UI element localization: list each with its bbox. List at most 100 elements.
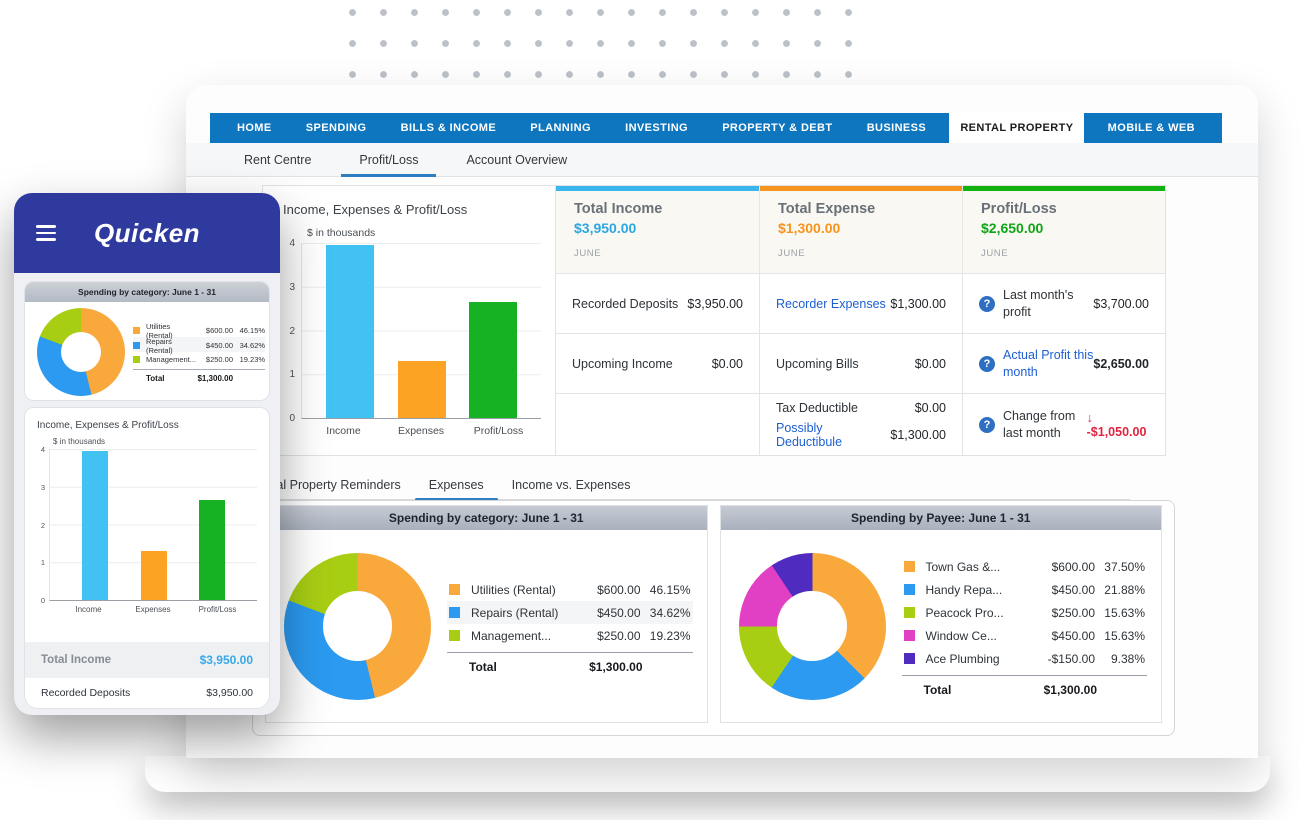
row-label: Change from last month [1003, 408, 1087, 441]
menu-icon[interactable] [36, 225, 56, 241]
spending-by-category-panel: Spending by category: June 1 - 31 Utilit… [265, 505, 708, 723]
empty-cell [556, 393, 759, 455]
spending-by-payee-panel: Spending by Payee: June 1 - 31 Town Gas … [720, 505, 1163, 723]
card-value: $2,650.00 [981, 220, 1147, 236]
chart-y-ticks: 43210 [37, 445, 49, 605]
y-tick-label: 0 [289, 413, 295, 424]
nav-tab[interactable]: BILLS & INCOME [390, 113, 507, 143]
legend-percent: 9.38% [1095, 652, 1145, 666]
last-month-profit-row: ? Last month's profit $3,700.00 [962, 273, 1165, 333]
row-label: Tax Deductible [776, 401, 858, 415]
row-label: Recorded Deposits [41, 687, 130, 699]
legend-label: Repairs (Rental) [471, 606, 579, 620]
help-icon[interactable]: ? [979, 417, 995, 433]
legend-percent: 46.15% [233, 326, 265, 335]
legend-percent: 21.88% [1095, 583, 1145, 597]
sub-tab[interactable]: Profit/Loss [359, 143, 418, 176]
legend-percent: 19.23% [233, 355, 265, 364]
card-title: Profit/Loss [981, 201, 1147, 217]
legend-percent: 34.62% [233, 341, 265, 350]
expenses-panels: Spending by category: June 1 - 31 Utilit… [252, 500, 1175, 736]
row-label: Upcoming Bills [776, 357, 859, 371]
legend-value: $600.00 [196, 326, 233, 335]
mobile-income-card: Income, Expenses & Profit/Loss $ in thou… [24, 407, 270, 709]
possibly-deductible-link[interactable]: Possibly Deductibule [776, 421, 890, 449]
row-label: Total Income [41, 654, 111, 666]
legend-swatch [133, 327, 140, 334]
y-tick-label: 2 [289, 326, 295, 337]
row-value: $1,300.00 [890, 297, 946, 311]
legend-total-row: Total $1,300.00 [447, 652, 693, 674]
legend-value: $250.00 [196, 355, 233, 364]
row-value: $0.00 [712, 357, 743, 371]
legend-value: $250.00 [579, 629, 641, 643]
legend-value: -$150.00 [1033, 652, 1095, 666]
mobile-recorded-deposits-row: Recorded Deposits $3,950.00 [25, 678, 269, 708]
bottom-tab[interactable]: Expenses [429, 470, 484, 499]
x-tick-label: Profit/Loss [464, 425, 534, 437]
legend-row: Ace Plumbing -$150.00 9.38% [902, 647, 1148, 670]
legend-label: Utilities (Rental) [471, 583, 579, 597]
chart-title: Income, Expenses & Profit/Loss [37, 420, 257, 431]
help-icon[interactable]: ? [979, 356, 995, 372]
y-tick-label: 0 [41, 596, 45, 605]
legend-value: $450.00 [579, 606, 641, 620]
row-label: Recorded Deposits [572, 297, 678, 311]
legend-row: Management... $250.00 19.23% [447, 624, 693, 647]
mobile-header: Quicken [14, 193, 280, 273]
chart-bar [469, 302, 517, 418]
bottom-tab[interactable]: Income vs. Expenses [512, 470, 631, 499]
nav-tab[interactable]: HOME [226, 113, 283, 143]
mobile-category-legend: Utilities (Rental) $600.00 46.15% Repair… [133, 322, 265, 383]
row-value: $0.00 [915, 357, 946, 371]
x-tick-label: Expenses [386, 425, 456, 437]
nav-tab[interactable]: SPENDING [295, 113, 378, 143]
chart-y-axis-label: $ in thousands [53, 437, 257, 446]
row-value: $2,650.00 [1093, 357, 1149, 371]
mobile-category-card: Spending by category: June 1 - 31 Utilit… [24, 281, 270, 401]
x-tick-label: Income [309, 425, 379, 437]
chart-title: Income, Expenses & Profit/Loss [283, 202, 541, 217]
legend-row: Peacock Pro... $250.00 15.63% [902, 601, 1148, 624]
legend-value: $250.00 [1033, 606, 1095, 620]
legend-row: Utilities (Rental) $600.00 46.15% [133, 322, 265, 337]
tax-deductible-cell: Tax Deductible $0.00 Possibly Deductibul… [759, 393, 962, 455]
profit-loss-card: Profit/Loss $2,650.00 JUNE [962, 186, 1165, 273]
mobile-bar-chart: Income, Expenses & Profit/Loss $ in thou… [25, 408, 269, 640]
nav-tab[interactable]: RENTAL PROPERTY [949, 113, 1084, 143]
total-value: $1,300.00 [196, 374, 233, 383]
help-icon[interactable]: ? [979, 296, 995, 312]
legend-swatch [449, 607, 460, 618]
legend-row: Repairs (Rental) $450.00 34.62% [133, 337, 265, 352]
actual-profit-link[interactable]: Actual Profit this month [1003, 347, 1093, 380]
legend-percent: 46.15% [641, 583, 691, 597]
nav-tab[interactable]: MOBILE & WEB [1097, 113, 1206, 143]
card-period: JUNE [778, 248, 944, 259]
chart-bar [199, 500, 225, 600]
nav-tab[interactable]: PLANNING [519, 113, 602, 143]
y-tick-label: 3 [41, 483, 45, 492]
legend-swatch [904, 630, 915, 641]
mobile-app-overlay: Quicken Spending by category: June 1 - 3… [14, 193, 280, 715]
sub-tab[interactable]: Rent Centre [244, 143, 311, 176]
legend-row: Utilities (Rental) $600.00 46.15% [447, 578, 693, 601]
legend-total-row: Total $1,300.00 [133, 369, 265, 383]
total-value: $1,300.00 [1035, 683, 1097, 697]
legend-percent: 19.23% [641, 629, 691, 643]
legend-label: Handy Repa... [926, 583, 1034, 597]
legend-row: Window Ce... $450.00 15.63% [902, 624, 1148, 647]
row-value: $3,950.00 [687, 297, 743, 311]
nav-tab[interactable]: BUSINESS [856, 113, 937, 143]
recorder-expenses-link[interactable]: Recorder Expenses [776, 297, 886, 311]
nav-tab[interactable]: PROPERTY & DEBT [711, 113, 843, 143]
total-income-card: Total Income $3,950.00 JUNE [556, 186, 759, 273]
legend-percent: 15.63% [1095, 606, 1145, 620]
chart-bar [398, 361, 446, 418]
sub-tab[interactable]: Account Overview [466, 143, 567, 176]
change-last-month-row: ? Change from last month ↓ -$1,050.00 [962, 393, 1165, 455]
nav-tab[interactable]: INVESTING [614, 113, 699, 143]
legend-row: Management... $250.00 19.23% [133, 352, 265, 367]
legend-row: Repairs (Rental) $450.00 34.62% [447, 601, 693, 624]
card-value: $1,300.00 [778, 220, 944, 236]
chart-y-ticks: 43210 [283, 238, 301, 424]
